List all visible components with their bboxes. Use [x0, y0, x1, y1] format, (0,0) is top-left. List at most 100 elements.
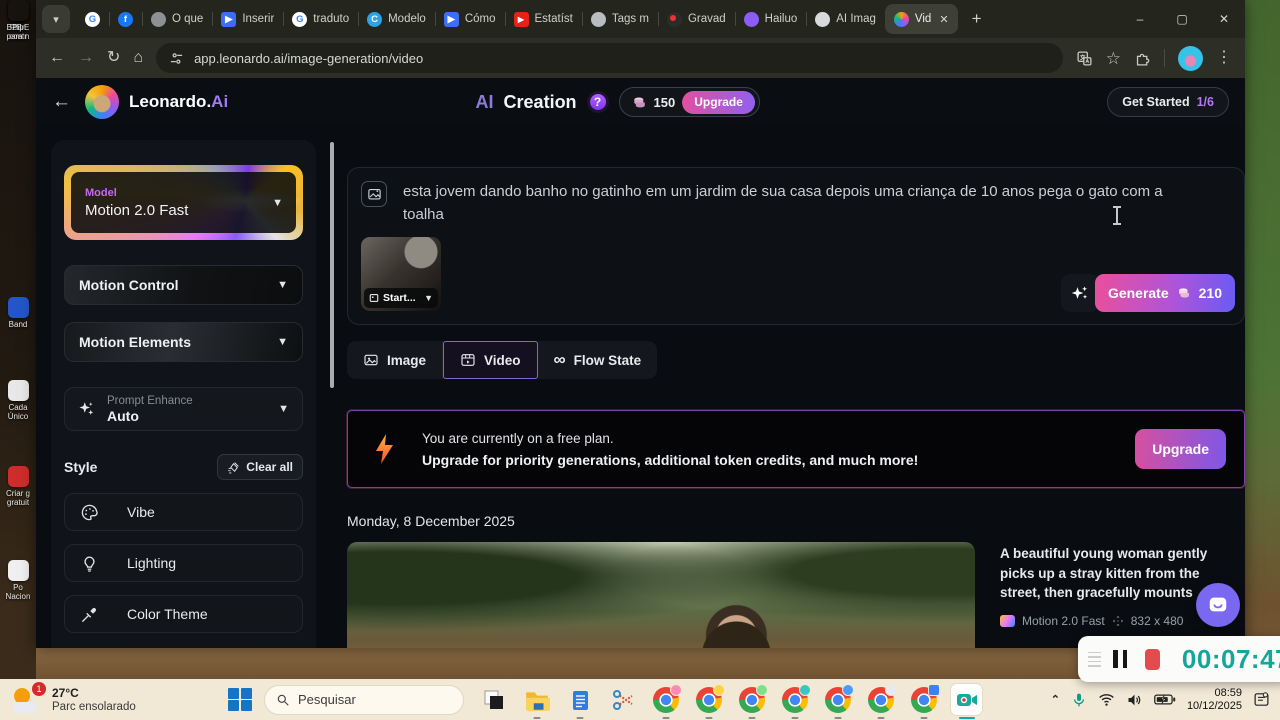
forward-icon[interactable]: →: [78, 50, 94, 66]
browser-tab[interactable]: Gravad: [658, 4, 735, 34]
speaker-icon[interactable]: [1126, 692, 1143, 708]
leonardo-logo[interactable]: [85, 85, 119, 119]
clear-all-button[interactable]: Clear all: [217, 454, 303, 480]
banner-upgrade-button[interactable]: Upgrade: [1135, 429, 1226, 469]
browser-tab[interactable]: ▶Estatíst: [505, 4, 582, 34]
lightning-icon: [372, 433, 396, 465]
style-item-color-theme[interactable]: Color Theme: [64, 595, 303, 633]
improve-prompt-button[interactable]: [1061, 274, 1099, 312]
style-item-lighting[interactable]: Lighting: [64, 544, 303, 582]
pause-recording-button[interactable]: [1113, 650, 1127, 668]
motion-control-section[interactable]: Motion Control▼: [64, 265, 303, 305]
desktop-shortcut[interactable]: Po Nacion: [1, 560, 35, 601]
stop-recording-button[interactable]: [1145, 649, 1160, 670]
chrome-app-button[interactable]: [650, 684, 681, 715]
taskbar-clock[interactable]: 08:59 10/12/2025: [1187, 687, 1242, 713]
brand-name[interactable]: Leonardo.Ai: [129, 92, 228, 112]
get-started-button[interactable]: Get Started 1/6: [1107, 87, 1229, 117]
weather-widget[interactable]: 1 27°C Parc ensolarado: [0, 686, 228, 714]
chrome-app-button[interactable]: [693, 684, 724, 715]
browser-tab[interactable]: G: [76, 4, 109, 34]
browser-tab[interactable]: f: [109, 4, 142, 34]
task-view-button[interactable]: [478, 684, 509, 715]
browser-menu-icon[interactable]: ⋮: [1216, 50, 1232, 66]
browser-tab[interactable]: Gtraduto: [283, 4, 358, 34]
browser-tab[interactable]: Hailuo: [735, 4, 807, 34]
screen-recorder-app-button[interactable]: [951, 684, 982, 715]
prompt-enhance-selector[interactable]: Prompt Enhance Auto ▼: [64, 387, 303, 431]
new-tab-button[interactable]: +: [964, 6, 990, 32]
browser-tab[interactable]: O que: [142, 4, 212, 34]
browser-tab[interactable]: ▶Cómo: [435, 4, 505, 34]
eyedropper-icon: [80, 605, 99, 624]
browser-profile-avatar[interactable]: [1178, 46, 1203, 71]
generation-resolution: 832 x 480: [1131, 614, 1184, 628]
address-bar[interactable]: app.leonardo.ai/image-generation/video: [156, 43, 1063, 73]
notification-center-icon[interactable]: [1253, 691, 1270, 708]
chrome-app-button[interactable]: [908, 684, 939, 715]
app-header: ← Leonardo.Ai AI Creation ? 150 Upgrade …: [36, 78, 1245, 126]
chrome-app-button[interactable]: [779, 684, 810, 715]
browser-tab[interactable]: AI Imag: [806, 4, 885, 34]
help-button[interactable]: ?: [587, 91, 609, 113]
microphone-icon[interactable]: [1071, 692, 1087, 708]
wifi-icon[interactable]: [1098, 692, 1115, 707]
generated-video-thumbnail[interactable]: [347, 542, 975, 648]
lightbulb-icon: [80, 554, 99, 573]
tab-flow-state[interactable]: ∞ Flow State: [538, 341, 658, 379]
back-icon[interactable]: ←: [49, 50, 65, 66]
window-close-button[interactable]: ✕: [1203, 0, 1245, 38]
desktop-shortcut[interactable]: Band: [1, 297, 35, 329]
chrome-icon: [653, 687, 679, 713]
translate-icon[interactable]: [1076, 50, 1093, 67]
chevron-down-icon: ▼: [272, 197, 283, 209]
model-selector[interactable]: Model Motion 2.0 Fast ▼: [64, 165, 303, 240]
snipping-tool-button[interactable]: [607, 684, 638, 715]
start-frame-thumbnail[interactable]: Start... ▼: [361, 237, 441, 311]
desktop-shortcut[interactable]: Cada Único: [1, 380, 35, 421]
free-plan-banner: You are currently on a free plan. Upgrad…: [347, 410, 1245, 488]
motion-elements-section[interactable]: Motion Elements▼: [64, 322, 303, 362]
browser-tab[interactable]: CModelo: [358, 4, 435, 34]
banner-line1: You are currently on a free plan.: [422, 431, 918, 446]
desktop-shortcut[interactable]: Pip: [1, 0, 35, 32]
support-chat-button[interactable]: [1196, 583, 1240, 627]
upgrade-button[interactable]: Upgrade: [682, 91, 755, 114]
video-favicon-icon: ▶: [221, 12, 236, 27]
frame-icon: [369, 293, 379, 303]
chrome-app-button[interactable]: [822, 684, 853, 715]
taskbar-search[interactable]: Pesquisar: [264, 685, 464, 715]
generation-sidebar: Model Motion 2.0 Fast ▼ Motion Control▼ …: [51, 140, 316, 648]
reload-icon[interactable]: ↻: [107, 50, 120, 66]
battery-icon[interactable]: [1154, 693, 1176, 706]
prompt-input[interactable]: esta jovem dando banho no gatinho em um …: [403, 180, 1204, 226]
windows-start-button[interactable]: [228, 688, 252, 712]
desktop-shortcut-icon: [8, 0, 29, 21]
tab-video[interactable]: Video: [443, 341, 538, 379]
token-balance[interactable]: 150 Upgrade: [619, 87, 760, 117]
prompt-composer[interactable]: esta jovem dando banho no gatinho em um …: [347, 167, 1245, 325]
browser-tab-active[interactable]: Vid✕: [885, 4, 958, 34]
chrome-app-button[interactable]: [865, 684, 896, 715]
tab-close-icon[interactable]: ✕: [939, 13, 948, 26]
browser-tab[interactable]: ▶Inserir: [212, 4, 283, 34]
page-scrollbar[interactable]: [330, 142, 334, 388]
chrome-app-button[interactable]: [736, 684, 767, 715]
window-minimize-button[interactable]: –: [1119, 0, 1161, 38]
file-explorer-button[interactable]: [521, 684, 552, 715]
tab-search-button[interactable]: ▾: [42, 5, 70, 33]
bookmark-star-icon[interactable]: ☆: [1106, 50, 1121, 67]
extensions-icon[interactable]: [1134, 50, 1151, 67]
tab-image[interactable]: Image: [347, 341, 443, 379]
drag-handle-icon[interactable]: [1088, 652, 1101, 667]
browser-tab[interactable]: Tags m: [582, 4, 658, 34]
generate-button[interactable]: Generate 210: [1095, 274, 1235, 312]
hidden-icons-chevron[interactable]: ⌃: [1051, 693, 1060, 706]
style-item-vibe[interactable]: Vibe: [64, 493, 303, 531]
window-maximize-button[interactable]: ▢: [1161, 0, 1203, 38]
desktop-shortcut[interactable]: Criar g gratuit: [1, 466, 35, 507]
home-icon[interactable]: ⌂: [133, 50, 143, 66]
start-frame-chip[interactable]: Start... ▼: [364, 288, 438, 308]
notepad-button[interactable]: [564, 684, 595, 715]
collapse-sidebar-icon[interactable]: ←: [52, 91, 71, 113]
